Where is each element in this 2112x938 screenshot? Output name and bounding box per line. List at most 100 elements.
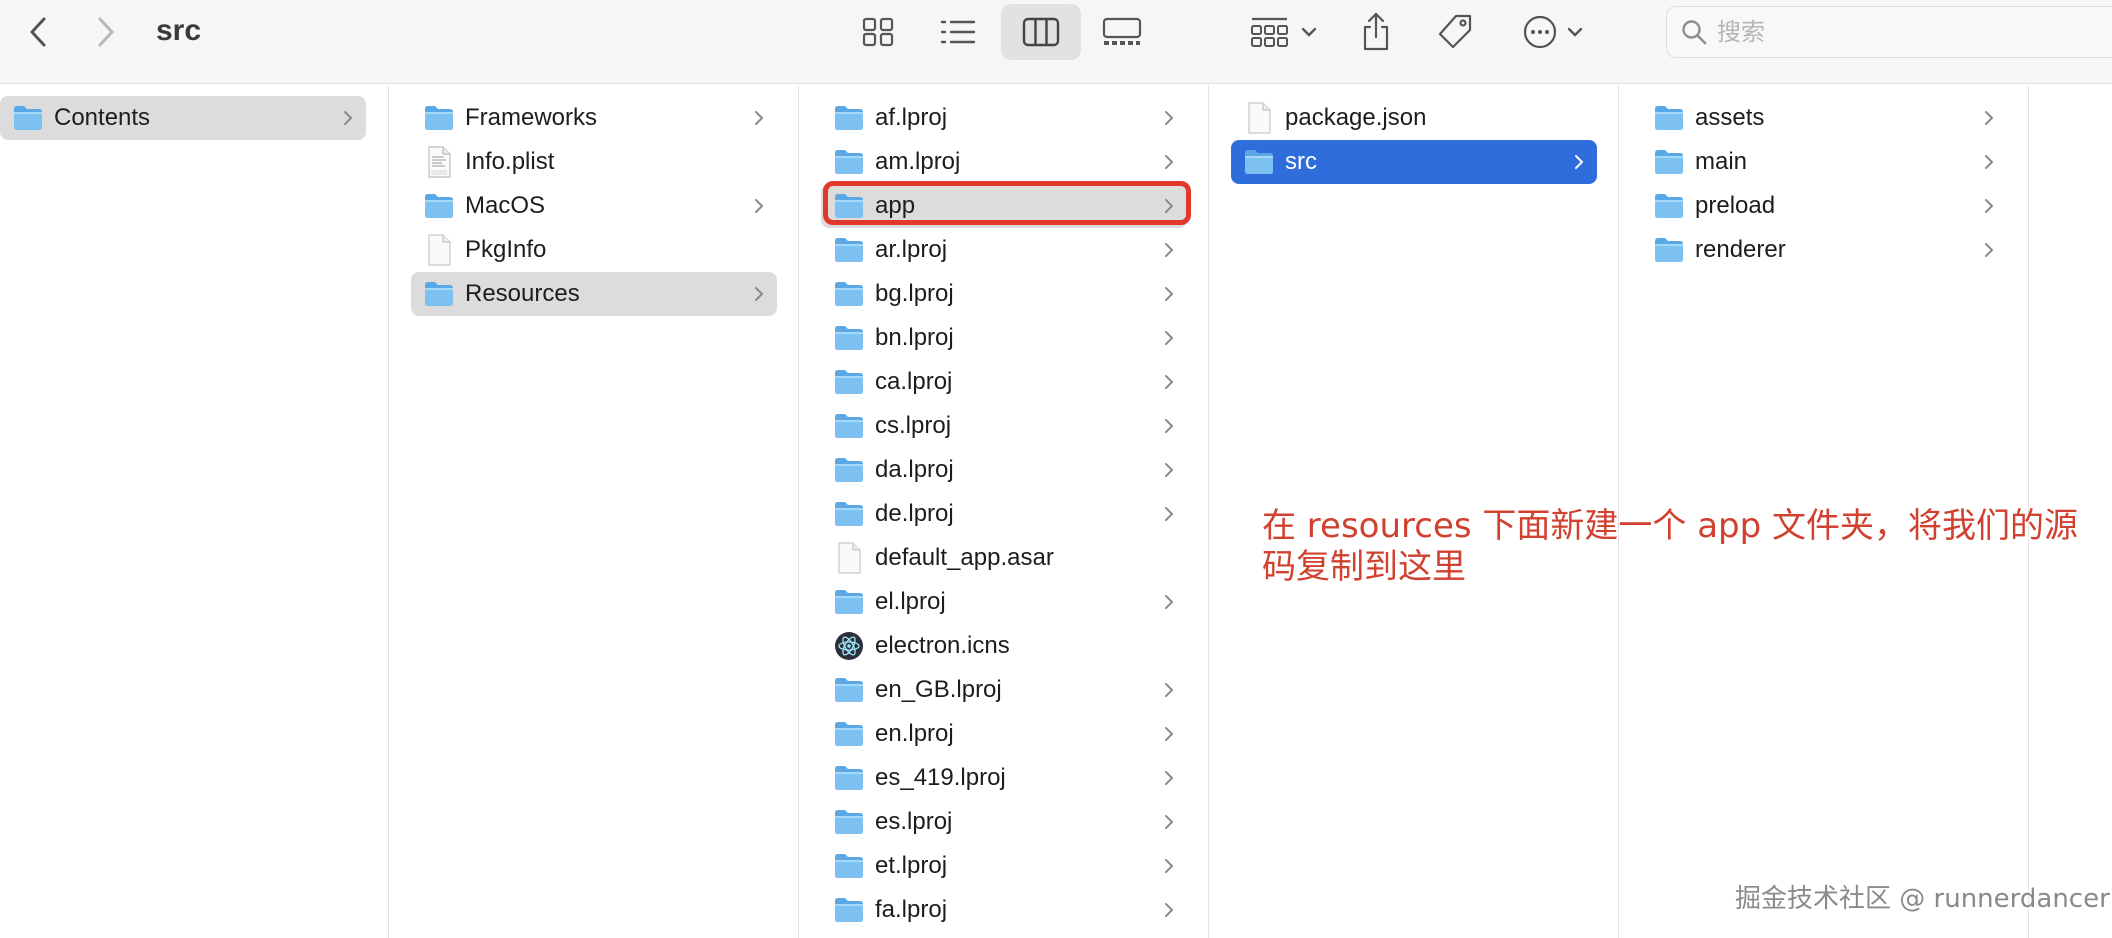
folder-row[interactable]: de.lproj: [821, 492, 1187, 536]
chevron-right-icon: [1163, 768, 1175, 788]
folder-icon: [1653, 190, 1685, 222]
item-name: fa.lproj: [875, 896, 948, 923]
chevron-right-icon: [98, 17, 114, 47]
folder-icon: [833, 806, 865, 838]
chevron-right-icon: [1983, 240, 1995, 260]
folder-row[interactable]: en.lproj: [821, 712, 1187, 756]
chevron-right-icon: [1163, 900, 1175, 920]
folder-row[interactable]: bn.lproj: [821, 316, 1187, 360]
folder-icon: [12, 102, 44, 134]
folder-icon: [833, 850, 865, 882]
item-name: am.lproj: [875, 148, 961, 175]
folder-row[interactable]: ca.lproj: [821, 360, 1187, 404]
file-row[interactable]: electron.icns: [821, 624, 1187, 668]
chevron-right-icon: [1163, 240, 1175, 260]
gallery-icon: [1102, 17, 1142, 45]
folder-icon: [833, 586, 865, 618]
back-button[interactable]: [18, 12, 58, 52]
folder-row[interactable]: bg.lproj: [821, 272, 1187, 316]
chevron-right-icon: [1163, 328, 1175, 348]
toolbar: src: [0, 0, 2112, 84]
item-name: ar.lproj: [875, 236, 948, 263]
more-actions-button[interactable]: [1516, 12, 1590, 52]
folder-row[interactable]: preload: [1641, 184, 2007, 228]
folder-icon: [833, 718, 865, 750]
item-name: ca.lproj: [875, 368, 953, 395]
chevron-right-icon: [1163, 856, 1175, 876]
folder-icon: [833, 674, 865, 706]
folder-row[interactable]: main: [1641, 140, 2007, 184]
item-name: et.lproj: [875, 852, 948, 879]
folder-row[interactable]: es.lproj: [821, 800, 1187, 844]
item-name: renderer: [1695, 236, 1786, 263]
item-name: PkgInfo: [465, 236, 547, 263]
columns-icon: [1022, 17, 1060, 47]
column-1[interactable]: Contents: [0, 85, 389, 938]
folder-row[interactable]: cs.lproj: [821, 404, 1187, 448]
list-view-button[interactable]: [938, 14, 978, 50]
chevron-right-icon: [1163, 812, 1175, 832]
folder-row[interactable]: en_GB.lproj: [821, 668, 1187, 712]
watermark: 掘金技术社区 @ runnerdancer: [1735, 884, 2110, 914]
group-by-button[interactable]: [1244, 14, 1324, 50]
folder-row[interactable]: af.lproj: [821, 96, 1187, 140]
tag-button[interactable]: [1432, 10, 1478, 54]
file-row[interactable]: default_app.asar: [821, 536, 1187, 580]
item-name: package.json: [1285, 104, 1427, 131]
folder-row[interactable]: app: [821, 184, 1187, 228]
share-button[interactable]: [1354, 8, 1398, 54]
folder-icon: [833, 190, 865, 222]
folder-row[interactable]: Frameworks: [411, 96, 777, 140]
search-icon: [1682, 20, 1707, 45]
item-name: Info.plist: [465, 148, 555, 175]
icon-view-button[interactable]: [858, 14, 898, 50]
folder-row[interactable]: src: [1231, 140, 1597, 184]
chevron-right-icon: [1163, 284, 1175, 304]
gallery-view-button[interactable]: [1100, 14, 1144, 50]
chevron-right-icon: [1163, 416, 1175, 436]
item-name: main: [1695, 148, 1748, 175]
folder-row[interactable]: es_419.lproj: [821, 756, 1187, 800]
forward-button[interactable]: [86, 12, 126, 52]
item-name: bg.lproj: [875, 280, 954, 307]
folder-row[interactable]: renderer: [1641, 228, 2007, 272]
folder-row[interactable]: da.lproj: [821, 448, 1187, 492]
column-2[interactable]: Frameworks Info.plist MacOS PkgInfo Resource…: [389, 85, 799, 938]
list-icon: [940, 20, 976, 44]
folder-icon: [833, 410, 865, 442]
folder-icon: [833, 234, 865, 266]
folder-row[interactable]: ar.lproj: [821, 228, 1187, 272]
column-3[interactable]: af.lproj am.lproj app ar.lproj bg.lproj bn.lp…: [799, 85, 1209, 938]
folder-icon: [423, 190, 455, 222]
file-row[interactable]: Info.plist: [411, 140, 777, 184]
item-name: src: [1285, 148, 1317, 175]
chevron-down-icon: [1301, 27, 1317, 37]
item-name: electron.icns: [875, 632, 1010, 659]
chevron-right-icon: [1983, 152, 1995, 172]
item-name: cs.lproj: [875, 412, 952, 439]
folder-row[interactable]: et.lproj: [821, 844, 1187, 888]
item-name: es.lproj: [875, 808, 953, 835]
folder-row[interactable]: Resources: [411, 272, 777, 316]
folder-row[interactable]: fa.lproj: [821, 888, 1187, 932]
window-title: src: [156, 14, 202, 47]
folder-row[interactable]: am.lproj: [821, 140, 1187, 184]
item-name: assets: [1695, 104, 1765, 131]
search-field[interactable]: [1666, 6, 2112, 58]
item-name: Contents: [54, 104, 151, 131]
folder-row[interactable]: MacOS: [411, 184, 777, 228]
folder-icon: [833, 454, 865, 486]
folder-row[interactable]: el.lproj: [821, 580, 1187, 624]
search-input[interactable]: [1717, 18, 2097, 46]
file-row[interactable]: PkgInfo: [411, 228, 777, 272]
item-name: MacOS: [465, 192, 546, 219]
chevron-right-icon: [753, 196, 765, 216]
folder-row[interactable]: assets: [1641, 96, 2007, 140]
chevron-right-icon: [1163, 108, 1175, 128]
column-view-button[interactable]: [1001, 4, 1081, 60]
folder-icon: [833, 894, 865, 926]
folder-icon: [1653, 146, 1685, 178]
file-row[interactable]: package.json: [1231, 96, 1597, 140]
folder-row[interactable]: Contents: [0, 96, 366, 140]
folder-icon: [833, 278, 865, 310]
